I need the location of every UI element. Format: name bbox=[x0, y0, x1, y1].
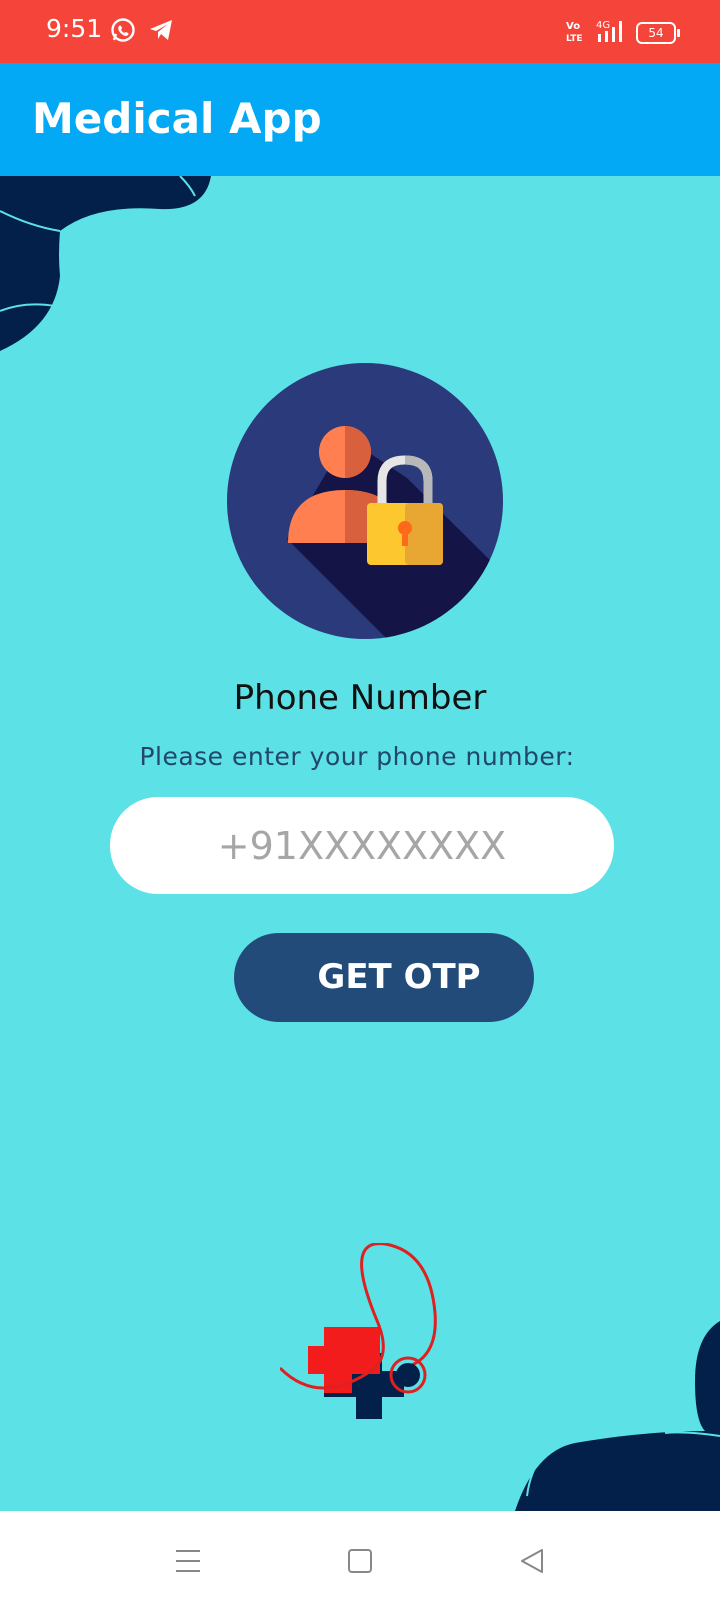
svg-text:LTE: LTE bbox=[566, 34, 582, 43]
volte-icon: Vo LTE bbox=[566, 19, 583, 47]
phone-number-input[interactable] bbox=[110, 797, 614, 894]
bottom-right-blob bbox=[515, 1321, 720, 1511]
home-button[interactable] bbox=[340, 1541, 380, 1581]
phone-number-subtitle: Please enter your phone number: bbox=[139, 742, 575, 771]
menu-button[interactable] bbox=[168, 1541, 208, 1581]
notification-icons bbox=[110, 17, 174, 47]
user-lock-icon bbox=[227, 363, 503, 639]
whatsapp-icon bbox=[110, 17, 136, 47]
svg-text:4G: 4G bbox=[596, 20, 610, 31]
status-time: 9:51 bbox=[46, 14, 103, 43]
navigation-bar bbox=[0, 1511, 720, 1600]
home-icon bbox=[348, 1549, 372, 1573]
menu-icon bbox=[176, 1550, 200, 1572]
app-title: Medical App bbox=[32, 94, 322, 143]
get-otp-button[interactable]: GET OTP bbox=[234, 933, 534, 1022]
system-icons: Vo LTE 4G 54 bbox=[566, 18, 680, 48]
svg-text:Vo: Vo bbox=[566, 21, 580, 32]
battery-icon: 54 bbox=[636, 22, 680, 44]
medical-logo bbox=[280, 1243, 437, 1419]
telegram-icon bbox=[148, 17, 174, 47]
back-button[interactable] bbox=[512, 1541, 552, 1581]
status-bar: 9:51 Vo LTE 4G 54 bbox=[0, 0, 720, 63]
back-icon bbox=[521, 1549, 543, 1573]
signal-icon: 4G bbox=[592, 18, 626, 48]
top-left-blob bbox=[0, 176, 211, 351]
phone-number-title: Phone Number bbox=[233, 678, 487, 718]
